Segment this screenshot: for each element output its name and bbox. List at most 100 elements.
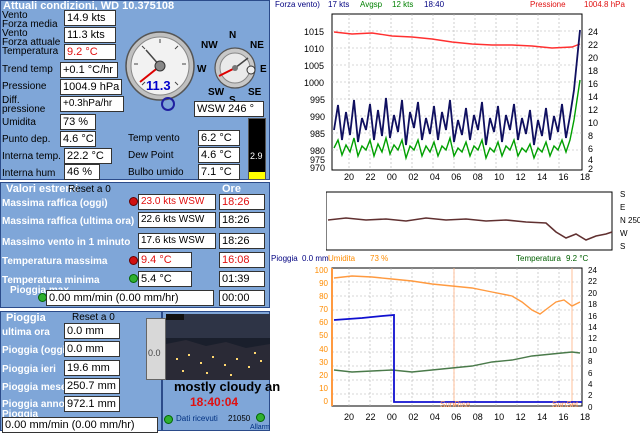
graph-top-right-tick-8: 8 (588, 131, 594, 141)
extreme-time-1: 18:26 (219, 212, 265, 228)
rain-mese-label: Pioggia mese (2, 382, 67, 393)
wind-dir-label-4: S (620, 242, 626, 251)
compass-nw: NW (201, 40, 218, 51)
temp-vento-label: Temp vento (128, 133, 180, 144)
pressione-label: Pressione (2, 81, 47, 92)
rain-mese-value: 250.7 mm (64, 378, 120, 394)
extremes-reset[interactable]: Reset a 0 (68, 185, 111, 195)
graph-bottom-x-tick-10: 16 (558, 412, 569, 422)
interna-hum-value: 46 % (64, 164, 100, 180)
graph-bottom-right-tick-0: 24 (588, 266, 597, 275)
rain-title: Pioggia (6, 312, 46, 324)
gauge-dial-icon (161, 97, 175, 111)
wind-dir-label-2: N (620, 216, 626, 225)
wind-direction-graph (326, 191, 613, 251)
graph-top-right-tick-2: 20 (588, 53, 599, 63)
graph-top-right-tick-3: 18 (588, 66, 599, 76)
extreme-value-2: 17.6 kts WSW (138, 233, 216, 249)
graph-bottom-right-tick-12: 0 (588, 402, 593, 412)
graph-top-left-tick-9: 970 (310, 163, 326, 173)
graph-bottom-sunset: SunSet (552, 400, 579, 409)
wind-dir-label-1: E (620, 203, 626, 212)
graph-bottom-left-tick-0: 100 (314, 266, 328, 275)
graph-bottom-right-tick-9: 6 (588, 368, 593, 378)
graph-top-x-tick-4: 04 (429, 172, 440, 182)
graph-top-x-tick-6: 08 (472, 172, 483, 182)
extreme-indicator-3 (129, 256, 138, 265)
graph-top-time: 18:40 (424, 0, 445, 9)
wind-direction-value: WSW 246 ° (194, 101, 264, 117)
extreme-value-0: 23.0 kts WSW (138, 194, 216, 210)
graph-top-right-tick-7: 10 (588, 118, 599, 128)
dew-point-label: Dew Point (128, 150, 174, 161)
wind-dir-label-0: S (620, 190, 626, 199)
wind-pressure-graph (331, 13, 583, 171)
data-received-value: 21050 (228, 414, 251, 423)
graph-bottom-left-tick-10: 0 (323, 396, 328, 406)
wind-dir-right-val: 250 (628, 216, 640, 225)
extreme-indicator-0 (129, 197, 138, 206)
graph-bottom-left-tick-9: 10 (319, 383, 328, 393)
graph-bottom-left-ticks: 100 90 80 70 60 50 40 30 20 10 0 (314, 266, 328, 406)
extreme-label-1: Massima raffica (ultima ora) (2, 216, 135, 227)
graph-top-x-tick-10: 16 (558, 172, 569, 182)
extreme-time-3: 16:08 (219, 252, 265, 268)
extreme-value-5: 0.00 mm/min (0.00 mm/hr) (46, 290, 214, 306)
rain-reset[interactable]: Reset a 0 (72, 313, 115, 323)
punto-dep-value: 4.6 °C (60, 131, 96, 147)
graph-bottom-x-tick-5: 06 (451, 412, 462, 422)
graph-bottom-left-tick-8: 20 (319, 370, 328, 380)
bar-indicator (248, 118, 266, 180)
graph-top-forza-val: 17 kts (328, 0, 350, 9)
graph-bottom-left-tick-4: 60 (319, 318, 328, 328)
forza-media-value: 11.3 kts (64, 27, 116, 43)
graph-bottom-left-tick-5: 50 (319, 331, 328, 341)
graph-top-right-tick-6: 12 (588, 105, 599, 115)
umidita-value: 73 % (60, 114, 96, 130)
gauge-value: 11.3 (146, 78, 171, 93)
compass-n: N (229, 30, 237, 41)
dew-point-value: 4.6 °C (198, 147, 240, 163)
temp-vento-value: 6.2 °C (198, 130, 240, 146)
graph-bottom-x-tick-9: 14 (537, 412, 548, 422)
extreme-time-5: 00:00 (219, 290, 265, 306)
graph-top-x-tick-11: 18 (579, 172, 590, 182)
rain-ieri-label: Pioggia ieri (2, 364, 56, 375)
graph-top-x-tick-8: 12 (515, 172, 526, 182)
rain-ultima-ora-value: 0.0 mm (64, 323, 120, 339)
graph-bottom-left-tick-1: 90 (319, 279, 328, 289)
webcam-condition: mostly cloudy an (174, 379, 281, 394)
bar-fill (249, 172, 265, 179)
webcam-image (166, 314, 270, 380)
rain-oggi-label: Pioggia (oggi) (2, 345, 69, 356)
rain-anno-value: 972.1 mm (64, 396, 120, 412)
interna-temp-value: 22.2 °C (64, 148, 112, 164)
graph-top-left-tick-1: 1010 (304, 44, 325, 54)
extreme-time-4: 01:39 (219, 271, 265, 287)
graph-bottom-right-tick-8: 8 (588, 357, 593, 367)
compass-sw: SW (208, 87, 225, 98)
diff-value: +0.3hPa/hr (60, 96, 124, 112)
graph-top-left-tick-2: 1005 (304, 61, 325, 71)
extreme-label-2: Massimo vento in 1 minuto (2, 237, 131, 248)
graph-top-right-tick-4: 16 (588, 79, 599, 89)
compass-ne: NE (250, 40, 264, 51)
temperatura-value: 9.2 °C (64, 44, 116, 60)
status-led-2 (256, 413, 265, 422)
graph-top-pressure-val: 1004.8 hPa (584, 0, 625, 9)
graph-top-xaxis: 20 22 00 02 04 06 08 10 12 14 16 18 (344, 172, 590, 182)
graph-bottom-right-tick-7: 10 (588, 345, 597, 355)
graph-bottom-right-tick-4: 16 (588, 311, 597, 321)
bar-value: 2.9 (250, 151, 263, 161)
rain-ultima-ora-label: ultima ora (2, 327, 50, 338)
status-led-1 (164, 415, 173, 424)
graph-top-avgsp-label: Avgsp (360, 0, 383, 9)
extreme-time-2: 18:26 (219, 233, 265, 249)
trend-label: Trend temp (2, 64, 53, 75)
graph-top-x-tick-2: 00 (386, 172, 397, 182)
graph-bottom-x-tick-7: 10 (494, 412, 505, 422)
graph-top-left-tick-4: 995 (310, 95, 326, 105)
allarm-label[interactable]: Allarm (250, 424, 270, 431)
graph-bottom-right-tick-2: 20 (588, 288, 597, 298)
graph-bottom-x-tick-1: 22 (365, 412, 376, 422)
